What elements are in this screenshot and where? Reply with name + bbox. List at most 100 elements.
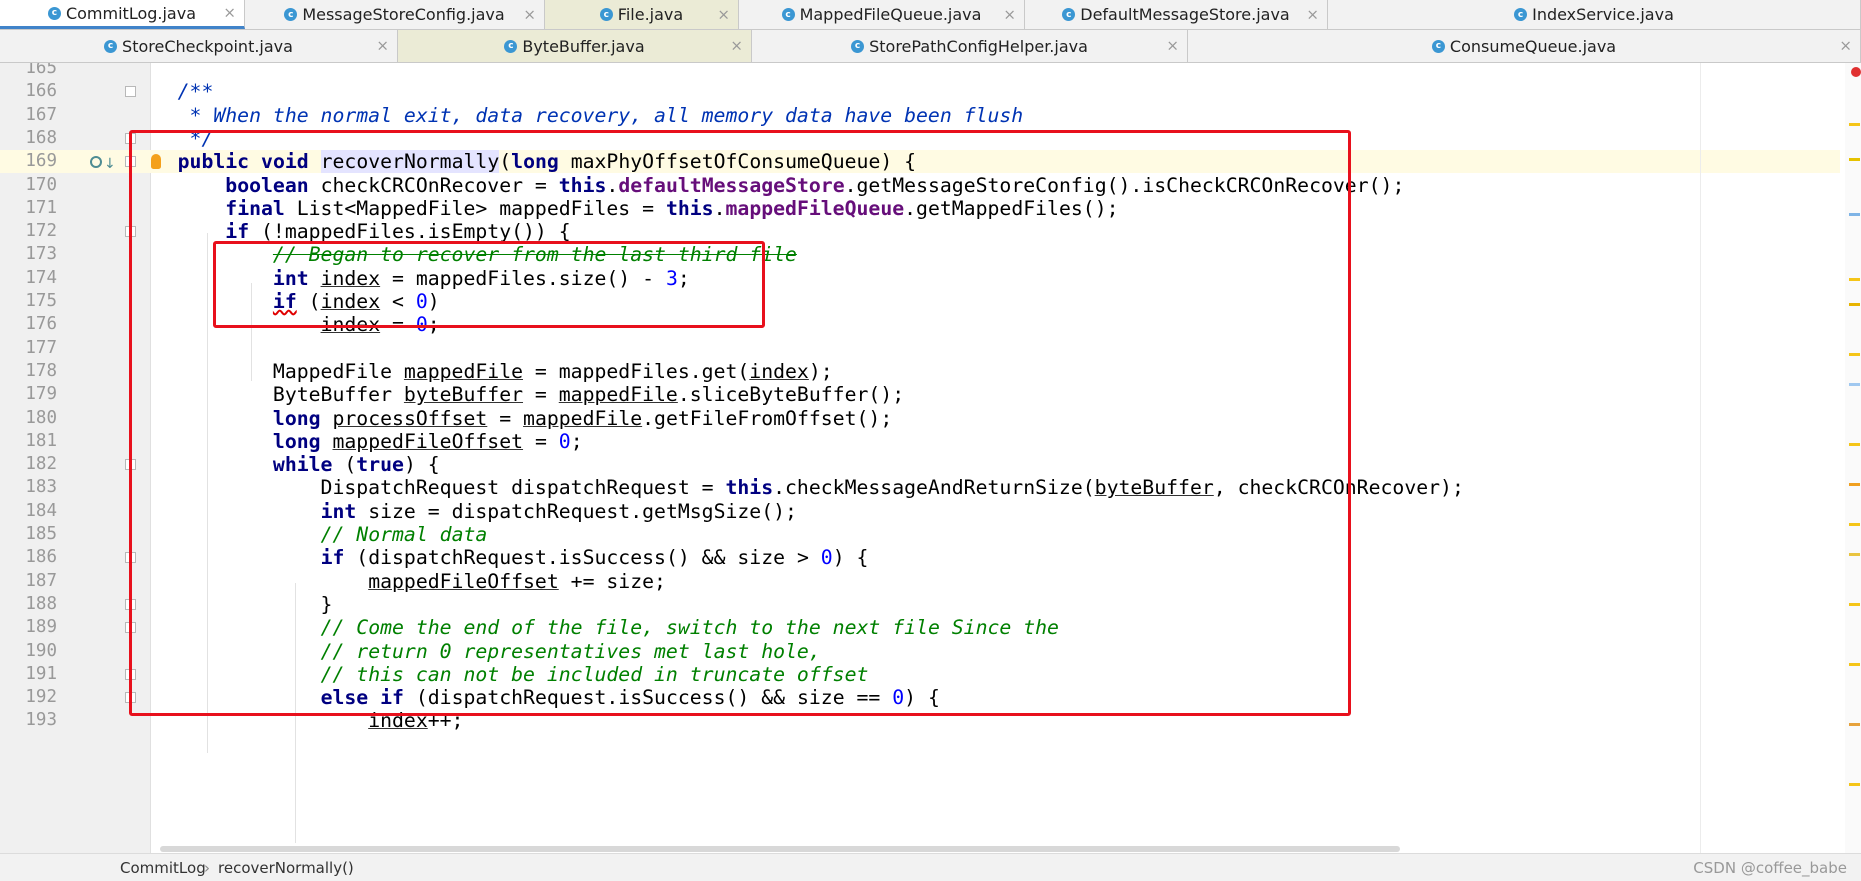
code-line[interactable]: 166 /** [0, 80, 1840, 103]
tab-file[interactable]: c File.java × [545, 0, 739, 29]
java-class-icon: c [781, 8, 795, 21]
close-tab-icon[interactable]: × [376, 37, 389, 55]
stripe-marker[interactable] [1849, 158, 1860, 161]
stripe-marker[interactable] [1849, 383, 1860, 386]
close-tab-icon[interactable]: × [1166, 37, 1179, 55]
tab-commitlog[interactable]: c CommitLog.java × [0, 0, 245, 29]
tab-bytebuffer[interactable]: c ByteBuffer.java × [398, 30, 752, 62]
line-number: 186 [25, 547, 57, 568]
tab-storepathconfighelper[interactable]: c StorePathConfigHelper.java × [752, 30, 1188, 62]
indent-guide [251, 283, 252, 381]
code-line[interactable]: 184 int size = dispatchRequest.getMsgSiz… [0, 500, 1840, 523]
close-tab-icon[interactable]: × [523, 5, 536, 23]
code-line[interactable]: 177 [0, 337, 1840, 360]
overrides-method-icon[interactable] [90, 156, 102, 169]
tab-messagestoreconfig[interactable]: c MessageStoreConfig.java × [245, 0, 545, 29]
close-tab-icon[interactable]: × [717, 5, 730, 23]
code-line[interactable]: 182 while (true) { [0, 453, 1840, 476]
code-text: else if (dispatchRequest.isSuccess() && … [320, 686, 940, 710]
code-text: boolean checkCRCOnRecover = this.default… [225, 173, 1405, 197]
code-line[interactable]: 191 // this can not be included in trunc… [0, 663, 1840, 686]
stripe-marker[interactable] [1849, 483, 1860, 486]
line-number: 166 [25, 81, 57, 102]
code-line[interactable]: 173 // Began to recover from the last th… [0, 243, 1840, 266]
close-tab-icon[interactable]: × [1839, 37, 1852, 55]
code-line[interactable]: 168 */ [0, 127, 1840, 150]
java-class-icon: c [1514, 8, 1528, 21]
close-tab-icon[interactable]: × [1003, 5, 1016, 23]
code-text: // this can not be included in truncate … [320, 662, 869, 686]
code-text: if (!mappedFiles.isEmpty()) { [225, 220, 571, 244]
tab-label: File.java [617, 5, 684, 24]
stripe-marker[interactable] [1849, 783, 1860, 786]
stripe-marker[interactable] [1849, 663, 1860, 666]
code-line[interactable]: 185 // Normal data [0, 523, 1840, 546]
stripe-marker[interactable] [1849, 278, 1860, 281]
line-number: 188 [25, 593, 57, 614]
code-line[interactable]: 171 final List<MappedFile> mappedFiles =… [0, 197, 1840, 220]
code-line[interactable]: 179 ByteBuffer byteBuffer = mappedFile.s… [0, 383, 1840, 406]
line-number: 184 [25, 500, 57, 521]
code-line[interactable]: 172 if (!mappedFiles.isEmpty()) { [0, 220, 1840, 243]
code-text: ByteBuffer byteBuffer = mappedFile.slice… [130, 383, 905, 407]
code-line[interactable]: 187 mappedFileOffset += size; [0, 570, 1840, 593]
line-number: 193 [25, 710, 57, 731]
stripe-marker[interactable] [1849, 303, 1860, 306]
code-text: // return 0 representatives met last hol… [320, 639, 821, 663]
line-number: 174 [25, 267, 57, 288]
code-line[interactable]: 183 DispatchRequest dispatchRequest = th… [0, 476, 1840, 499]
code-line[interactable]: 188 } [0, 593, 1840, 616]
code-line[interactable]: 170 boolean checkCRCOnRecover = this.def… [0, 174, 1840, 197]
close-tab-icon[interactable]: × [730, 37, 743, 55]
code-line[interactable]: 175 if (index < 0) [0, 290, 1840, 313]
line-number: 191 [25, 663, 57, 684]
stripe-marker[interactable] [1849, 213, 1860, 216]
tab-consumequeue[interactable]: c ConsumeQueue.java × [1188, 30, 1861, 62]
stripe-marker[interactable] [1849, 723, 1860, 726]
code-line[interactable]: 178 MappedFile mappedFile = mappedFiles.… [0, 360, 1840, 383]
code-line[interactable]: 181 long mappedFileOffset = 0; [0, 430, 1840, 453]
code-line[interactable]: 174 int index = mappedFiles.size() - 3; [0, 267, 1840, 290]
breadcrumb-method[interactable]: recoverNormally() [218, 859, 354, 877]
stripe-marker[interactable] [1849, 553, 1860, 556]
tab-label: MessageStoreConfig.java [302, 5, 505, 24]
code-text: // Come the end of the file, switch to t… [320, 616, 1059, 640]
error-stripe-scrollbar[interactable] [1845, 63, 1861, 853]
line-number: 190 [25, 640, 57, 661]
tab-storecheckpoint[interactable]: c StoreCheckpoint.java × [0, 30, 398, 62]
java-class-icon: c [47, 6, 61, 20]
close-tab-icon[interactable]: × [1306, 5, 1319, 23]
stripe-marker[interactable] [1849, 123, 1860, 126]
code-line[interactable]: 176 index = 0; [0, 313, 1840, 336]
code-line[interactable]: 167 * When the normal exit, data recover… [0, 104, 1840, 127]
code-line[interactable]: 189 // Come the end of the file, switch … [0, 616, 1840, 639]
error-indicator-icon[interactable] [1851, 67, 1861, 77]
line-number: 165 [25, 63, 57, 78]
breadcrumb-class[interactable]: CommitLog [120, 859, 206, 877]
code-line[interactable]: 180 long processOffset = mappedFile.getF… [0, 407, 1840, 430]
stripe-marker[interactable] [1849, 523, 1860, 526]
navigate-down-icon[interactable]: ↓ [104, 156, 116, 172]
horizontal-scrollbar[interactable] [160, 846, 1400, 852]
tab-label: IndexService.java [1532, 5, 1674, 24]
code-line[interactable]: 192 else if (dispatchRequest.isSuccess()… [0, 686, 1840, 709]
indent-guide [295, 583, 296, 843]
code-editor[interactable]: 165 166 /** 167 * When the normal exit, da… [0, 63, 1861, 853]
code-text: long processOffset = mappedFile.getFileF… [272, 406, 893, 430]
code-line[interactable]: 190 // return 0 representatives met last… [0, 640, 1840, 663]
tab-mappedfilequeue[interactable]: c MappedFileQueue.java × [739, 0, 1025, 29]
stripe-marker[interactable] [1849, 353, 1860, 356]
close-tab-icon[interactable]: × [223, 4, 236, 22]
line-number: 182 [25, 454, 57, 475]
stripe-marker[interactable] [1849, 443, 1860, 446]
code-text: int index = mappedFiles.size() - 3; [272, 266, 690, 290]
code-line[interactable]: 193 index++; [0, 709, 1840, 732]
code-line[interactable]: 165 [0, 63, 1840, 80]
line-number: 168 [25, 127, 57, 148]
stripe-marker[interactable] [1849, 603, 1860, 606]
tab-indexservice[interactable]: c IndexService.java [1328, 0, 1861, 29]
tab-defaultmessagestore[interactable]: c DefaultMessageStore.java × [1025, 0, 1328, 29]
code-line[interactable]: 169 ↓ public void recoverNormally(long ma… [0, 150, 1840, 174]
code-text: index = 0; [320, 313, 440, 337]
code-line[interactable]: 186 if (dispatchRequest.isSuccess() && s… [0, 546, 1840, 569]
